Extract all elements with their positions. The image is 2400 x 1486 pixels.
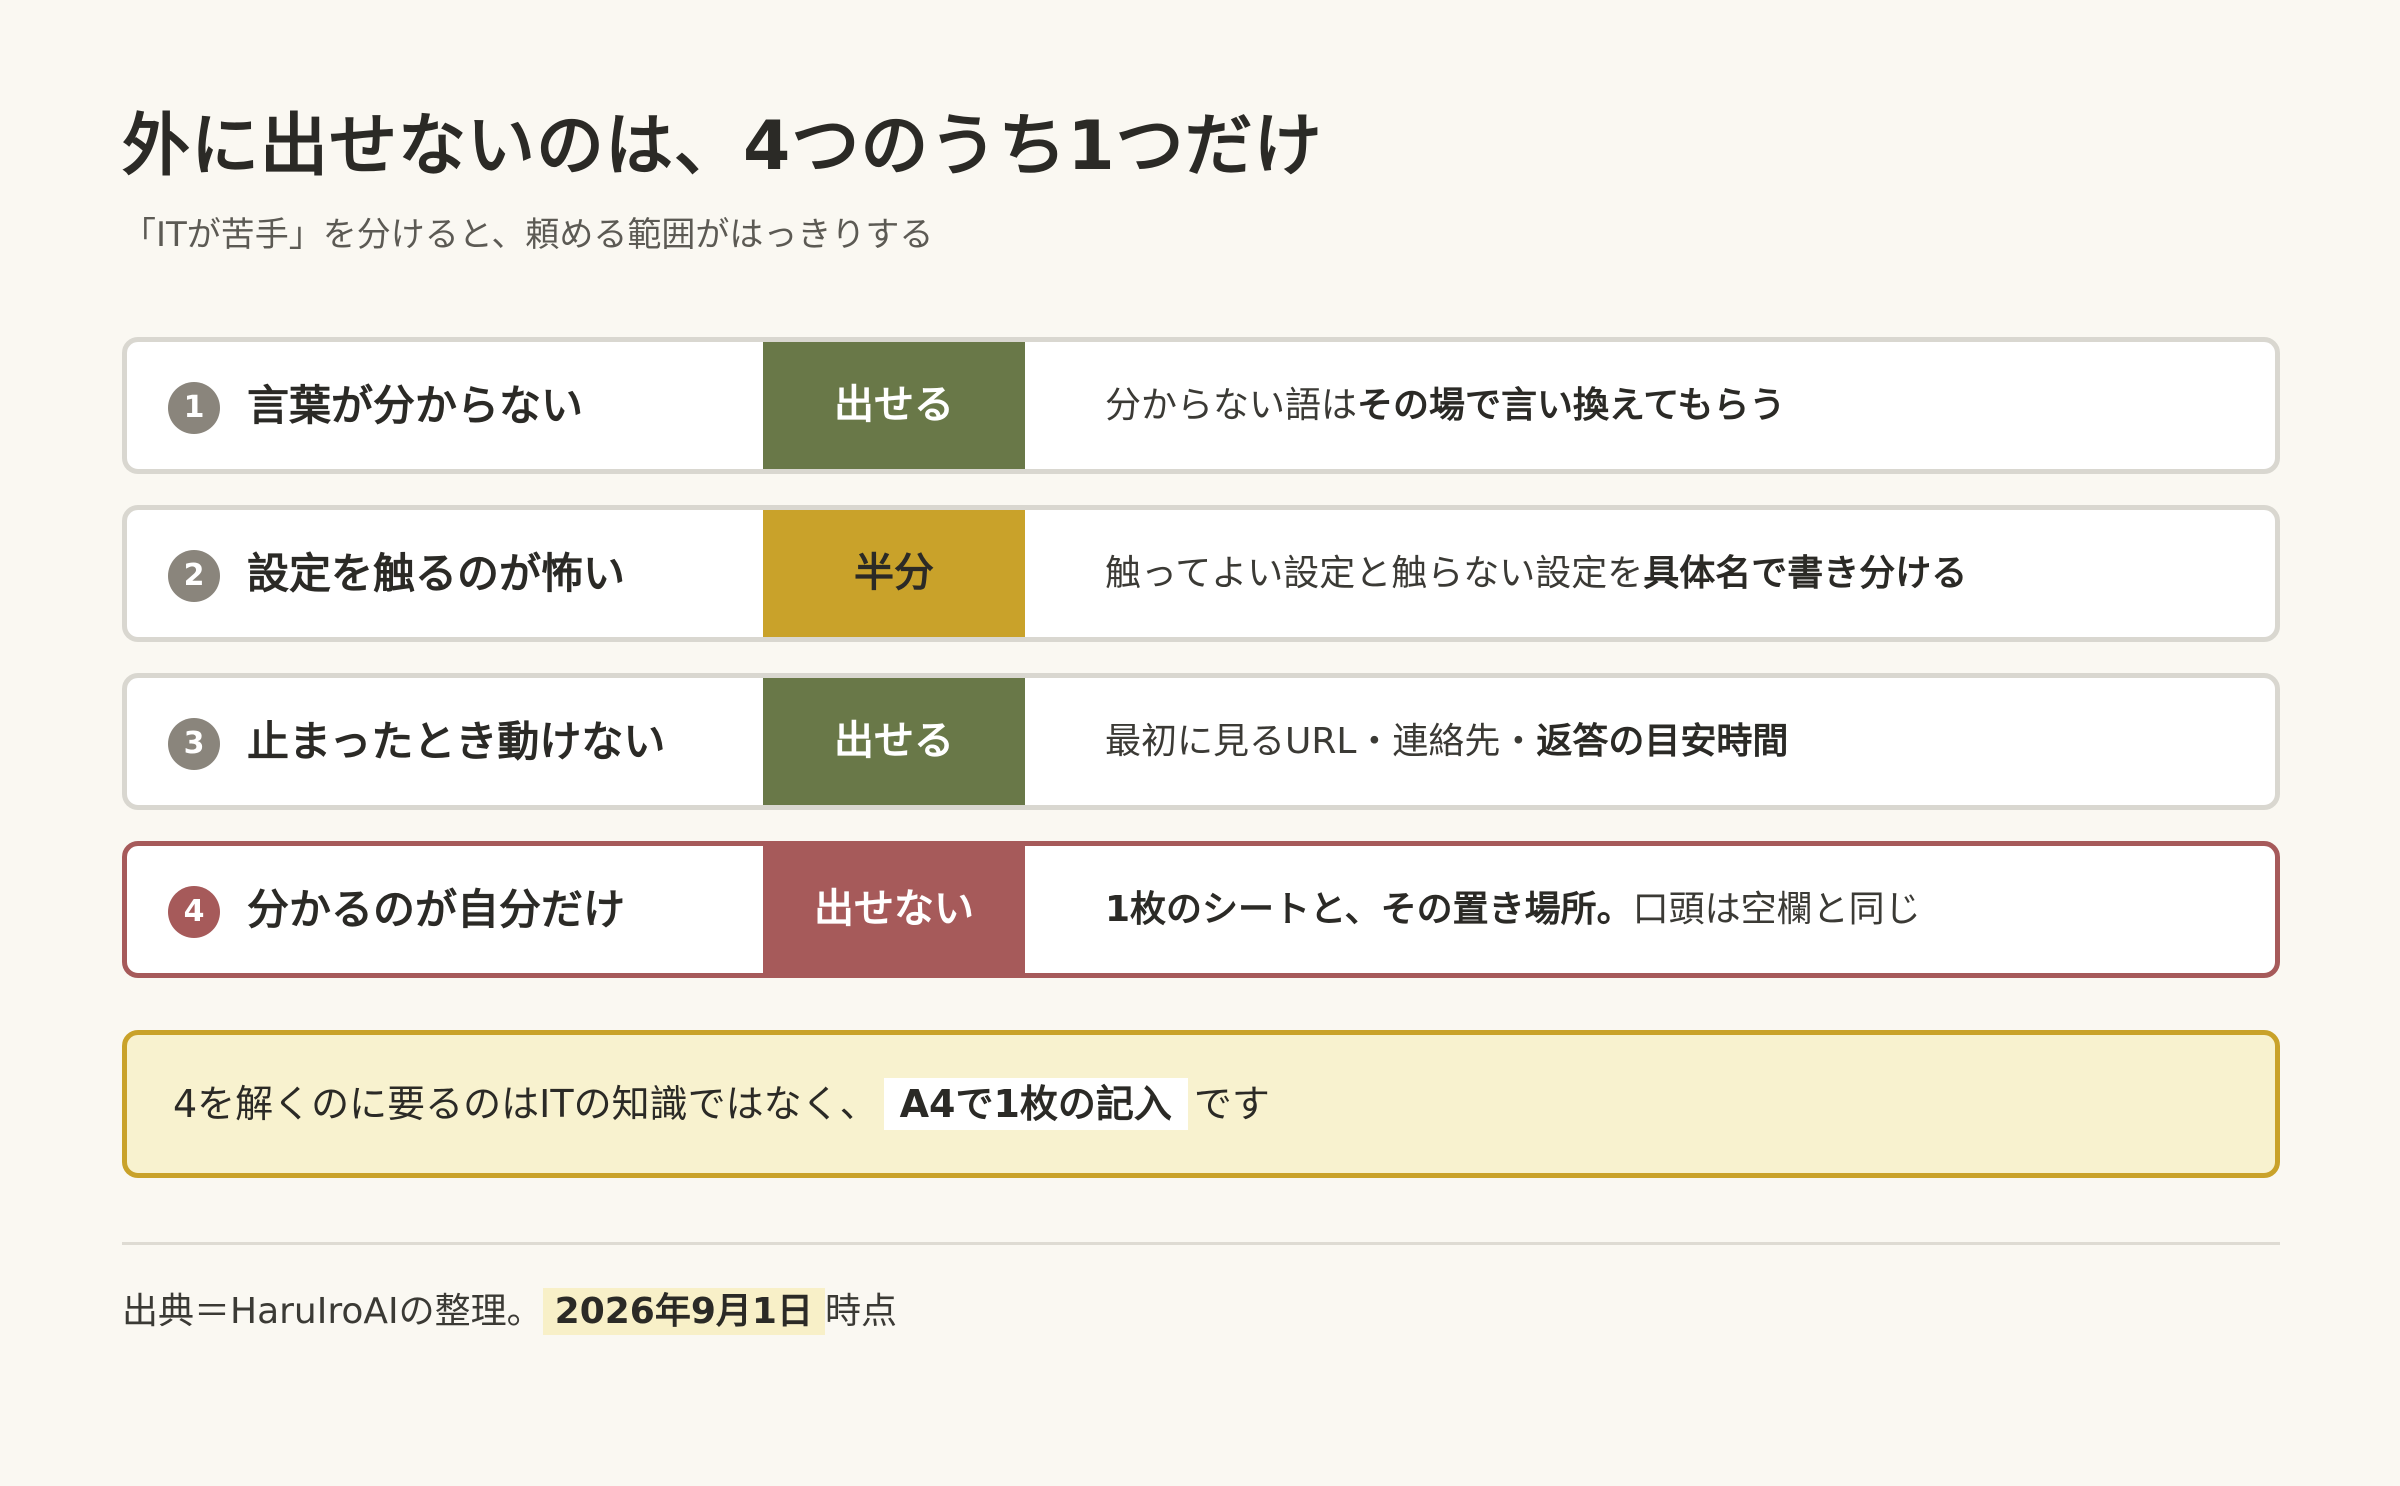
- status-tag: 出せる: [763, 342, 1025, 469]
- row-4: 4 分かるのが自分だけ 出せない 1枚のシートと、その置き場所。口頭は空欄と同じ: [122, 841, 2280, 978]
- row-description: 1枚のシートと、その置き場所。口頭は空欄と同じ: [1105, 846, 1921, 973]
- row-3: 3 止まったとき動けない 出せる 最初に見るURL・連絡先・返答の目安時間: [122, 673, 2280, 810]
- row-label: 止まったとき動けない: [247, 717, 666, 766]
- row-label: 言葉が分からない: [247, 381, 584, 430]
- desc-bold: 具体名で書き分ける: [1643, 553, 1968, 594]
- row-1: 1 言葉が分からない 出せる 分からない語はその場で言い換えてもらう: [122, 337, 2280, 474]
- row-description: 最初に見るURL・連絡先・返答の目安時間: [1105, 678, 1788, 805]
- row-label: 設定を触るのが怖い: [247, 549, 626, 598]
- number-badge: 4: [168, 886, 220, 938]
- status-tag: 出せない: [763, 846, 1025, 973]
- page-title: 外に出せないのは、4つのうち1つだけ: [122, 107, 1323, 186]
- divider: [122, 1242, 2280, 1245]
- number-badge: 2: [168, 550, 220, 602]
- callout-post: です: [1193, 1082, 1270, 1126]
- row-2: 2 設定を触るのが怖い 半分 触ってよい設定と触らない設定を具体名で書き分ける: [122, 505, 2280, 642]
- desc-bold: 返答の目安時間: [1536, 721, 1789, 762]
- desc-bold: 1枚のシートと、その置き場所。: [1105, 889, 1633, 930]
- callout-text: 4を解くのに要るのはITの知識ではなく、 A4で1枚の記入 です: [173, 1035, 1270, 1173]
- desc-plain: 分からない語は: [1105, 385, 1358, 426]
- source-note: 出典＝HaruIroAIの整理。 2026年9月1日 時点: [122, 1286, 897, 1338]
- status-tag: 出せる: [763, 678, 1025, 805]
- callout-highlight: A4で1枚の記入: [883, 1078, 1188, 1130]
- page-subtitle: 「ITが苦手」を分けると、頼める範囲がはっきりする: [122, 215, 934, 255]
- source-post: 時点: [824, 1291, 897, 1332]
- source-date: 2026年9月1日: [542, 1288, 825, 1335]
- row-description: 触ってよい設定と触らない設定を具体名で書き分ける: [1105, 510, 1967, 637]
- number-badge: 1: [168, 382, 220, 434]
- desc-plain: 最初に見るURL・連絡先・: [1105, 721, 1537, 762]
- desc-bold: その場で言い換えてもらう: [1357, 385, 1786, 426]
- desc-tail: 口頭は空欄と同じ: [1632, 889, 1921, 930]
- callout-box: 4を解くのに要るのはITの知識ではなく、 A4で1枚の記入 です: [122, 1030, 2280, 1178]
- row-description: 分からない語はその場で言い換えてもらう: [1105, 342, 1785, 469]
- row-label: 分かるのが自分だけ: [247, 885, 626, 934]
- status-tag: 半分: [763, 510, 1025, 637]
- desc-plain: 触ってよい設定と触らない設定を: [1105, 553, 1644, 594]
- callout-pre: 4を解くのに要るのはITの知識ではなく、: [173, 1082, 878, 1126]
- number-badge: 3: [168, 718, 220, 770]
- source-pre: 出典＝HaruIroAIの整理。: [122, 1291, 543, 1332]
